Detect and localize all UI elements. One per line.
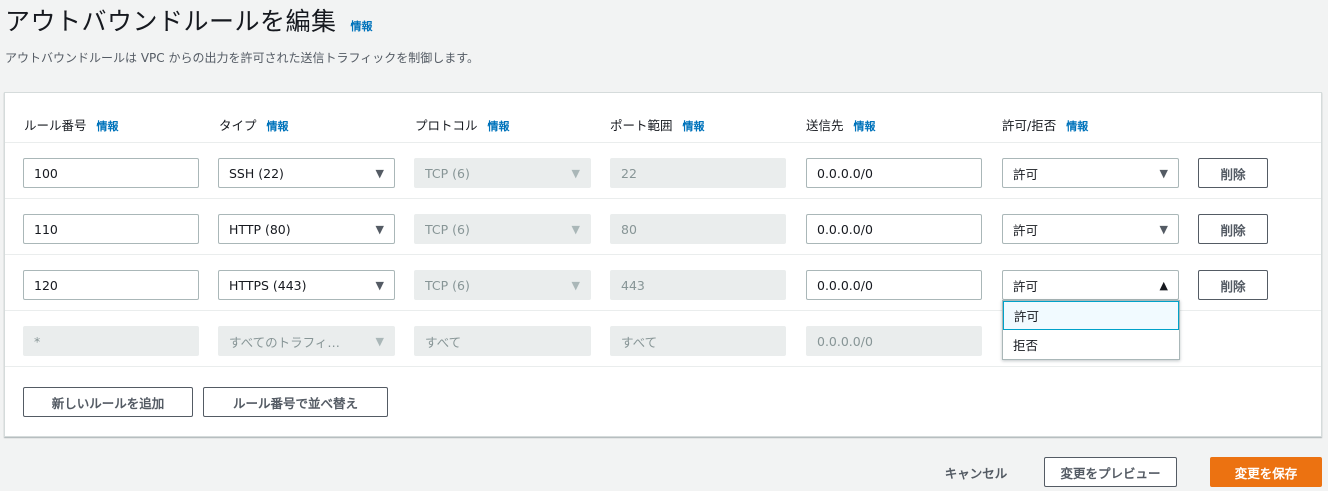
column-header-label: ルール番号 [24, 118, 87, 133]
destination-input[interactable]: 0.0.0.0/0 [806, 158, 982, 188]
protocol-select: TCP (6) ▼ [414, 158, 591, 188]
title-row: アウトバウンドルールを編集 情報 [5, 2, 373, 38]
destination-input[interactable]: 0.0.0.0/0 [806, 214, 982, 244]
type-select[interactable]: HTTPS (443) ▼ [218, 270, 395, 300]
column-header-label: タイプ [219, 118, 257, 133]
column-info-link[interactable]: 情報 [267, 118, 289, 134]
page-description: アウトバウンドルールは VPC からの出力を許可された送信トラフィックを制御しま… [5, 51, 480, 65]
rule-number-value: 110 [34, 221, 58, 237]
protocol-select: すべて [414, 326, 591, 356]
caret-up-icon: ▲ [1159, 278, 1168, 292]
type-select: すべてのトラフィ… ▼ [218, 326, 395, 356]
caret-down-icon: ▼ [375, 334, 384, 348]
destination-value: 0.0.0.0/0 [817, 221, 873, 237]
port-range-input: 443 [610, 270, 786, 300]
type-select[interactable]: SSH (22) ▼ [218, 158, 395, 188]
column-header-label: 許可/拒否 [1002, 118, 1057, 133]
port-range-value: 443 [621, 277, 645, 293]
column-header-label: ポート範囲 [610, 118, 673, 133]
rule-row: 110 HTTP (80) ▼ TCP (6) ▼ 80 0.0.0.0/0 許可 ▼… [5, 199, 1321, 255]
caret-down-icon: ▼ [571, 278, 580, 292]
action-value: 許可 [1013, 222, 1039, 238]
dropdown-option-deny[interactable]: 拒否 [1003, 330, 1179, 359]
port-range-input: すべて [610, 326, 786, 356]
protocol-select: TCP (6) ▼ [414, 214, 591, 244]
column-info-link[interactable]: 情報 [683, 118, 705, 134]
rule-number-input[interactable]: 100 [23, 158, 199, 188]
rule-number-input[interactable]: 110 [23, 214, 199, 244]
delete-rule-button[interactable]: 削除 [1198, 214, 1268, 244]
rule-number-value: 120 [34, 277, 58, 293]
column-header-allow-deny: 許可/拒否 情報 [1002, 115, 1088, 134]
rule-number-input[interactable]: 120 [23, 270, 199, 300]
protocol-value: TCP (6) [425, 165, 470, 181]
column-header-destination: 送信先 情報 [806, 115, 876, 134]
table-header: ルール番号 情報 タイプ 情報 プロトコル 情報 ポート範囲 情報 送信先 情報… [5, 93, 1321, 143]
action-value: 許可 [1013, 166, 1039, 182]
port-range-value: 22 [621, 165, 637, 181]
caret-down-icon: ▼ [571, 166, 580, 180]
destination-input: 0.0.0.0/0 [806, 326, 982, 356]
protocol-value: TCP (6) [425, 277, 470, 293]
rule-number-value: * [34, 333, 41, 349]
action-dropdown-menu: 許可 拒否 [1002, 300, 1180, 360]
column-info-link[interactable]: 情報 [97, 118, 119, 134]
preview-changes-button[interactable]: 変更をプレビュー [1044, 457, 1177, 487]
save-changes-button[interactable]: 変更を保存 [1210, 457, 1322, 487]
delete-rule-button[interactable]: 削除 [1198, 158, 1268, 188]
protocol-select: TCP (6) ▼ [414, 270, 591, 300]
cancel-button[interactable]: キャンセル [930, 457, 1022, 487]
rule-number-value: 100 [34, 165, 58, 181]
column-info-link[interactable]: 情報 [1066, 118, 1088, 134]
caret-down-icon: ▼ [1159, 222, 1168, 236]
destination-input[interactable]: 0.0.0.0/0 [806, 270, 982, 300]
type-value: SSH (22) [229, 165, 284, 181]
caret-down-icon: ▼ [375, 278, 384, 292]
page-title: アウトバウンドルールを編集 [5, 7, 337, 36]
destination-value: 0.0.0.0/0 [817, 277, 873, 293]
column-info-link[interactable]: 情報 [488, 118, 510, 134]
port-range-value: 80 [621, 221, 637, 237]
outbound-rules-panel: ルール番号 情報 タイプ 情報 プロトコル 情報 ポート範囲 情報 送信先 情報… [4, 92, 1322, 437]
caret-down-icon: ▼ [1159, 166, 1168, 180]
type-value: HTTP (80) [229, 221, 291, 237]
column-header-rule-number: ルール番号 情報 [24, 115, 119, 134]
column-header-type: タイプ 情報 [219, 115, 289, 134]
dropdown-option-allow[interactable]: 許可 [1003, 301, 1179, 330]
protocol-value: すべて [425, 334, 462, 350]
type-value: すべてのトラフィ… [229, 334, 340, 350]
rule-number-input: * [23, 326, 199, 356]
caret-down-icon: ▼ [375, 222, 384, 236]
add-rule-button[interactable]: 新しいルールを追加 [23, 387, 193, 417]
caret-down-icon: ▼ [571, 222, 580, 236]
destination-value: 0.0.0.0/0 [817, 333, 873, 349]
port-range-input: 80 [610, 214, 786, 244]
action-select[interactable]: 許可 ▼ [1002, 158, 1179, 188]
column-info-link[interactable]: 情報 [854, 118, 876, 134]
port-range-input: 22 [610, 158, 786, 188]
delete-rule-button[interactable]: 削除 [1198, 270, 1268, 300]
action-value: 許可 [1013, 278, 1039, 294]
action-select[interactable]: 許可 ▼ [1002, 214, 1179, 244]
page-title-info-link[interactable]: 情報 [351, 18, 373, 34]
column-header-port-range: ポート範囲 情報 [610, 115, 705, 134]
action-select-open[interactable]: 許可 ▲ [1002, 270, 1179, 300]
column-header-label: プロトコル [415, 118, 478, 133]
column-header-label: 送信先 [806, 118, 844, 133]
type-value: HTTPS (443) [229, 277, 307, 293]
rule-row: 100 SSH (22) ▼ TCP (6) ▼ 22 0.0.0.0/0 許可 ▼ … [5, 143, 1321, 199]
protocol-value: TCP (6) [425, 221, 470, 237]
type-select[interactable]: HTTP (80) ▼ [218, 214, 395, 244]
destination-value: 0.0.0.0/0 [817, 165, 873, 181]
port-range-value: すべて [621, 334, 658, 350]
caret-down-icon: ▼ [375, 166, 384, 180]
sort-by-rule-number-button[interactable]: ルール番号で並べ替え [203, 387, 388, 417]
column-header-protocol: プロトコル 情報 [415, 115, 510, 134]
